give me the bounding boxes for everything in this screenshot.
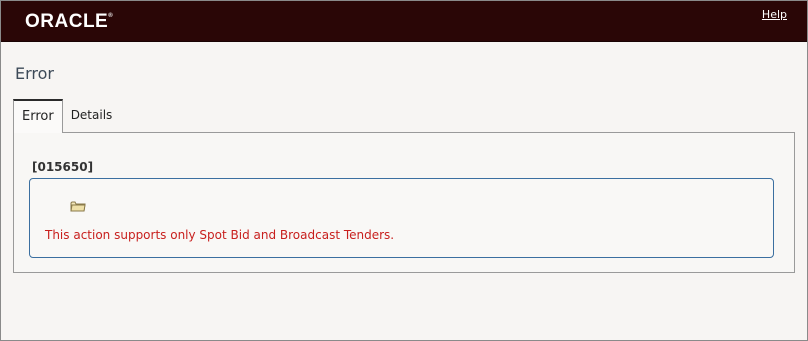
folder-icon [70,197,86,212]
tab-bar: Error Details [13,99,121,133]
help-link[interactable]: Help [762,8,787,21]
page-title: Error [15,64,54,83]
error-message: This action supports only Spot Bid and B… [45,228,395,242]
oracle-logo: ORACLE® [25,11,114,32]
tab-error[interactable]: Error [13,99,63,133]
tab-panel: [015650] This action supports only Spot … [13,132,795,273]
error-message-box: This action supports only Spot Bid and B… [29,178,774,258]
error-window: ORACLE® Help Error Error Details [015650… [0,0,808,341]
header-bar: ORACLE® Help [1,1,807,42]
tab-details[interactable]: Details [63,99,121,132]
error-code: [015650] [32,160,94,174]
